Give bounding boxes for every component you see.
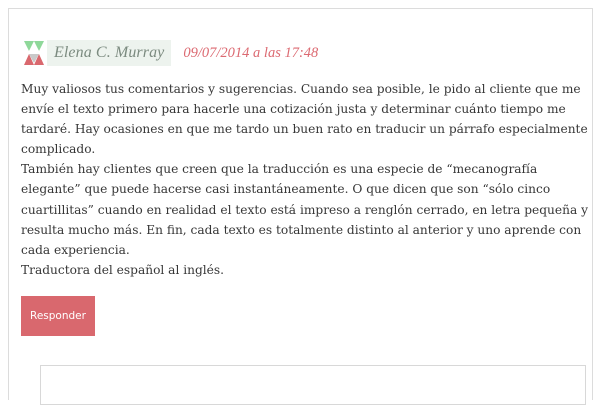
identicon-avatar-icon [21,40,47,66]
comment-meta: Elena C. Murray 09/07/2014 a las 17:48 [21,40,318,66]
reply-button[interactable]: Responder [21,296,95,336]
author-badge: Elena C. Murray [21,40,172,66]
reply-form-box[interactable] [40,365,586,405]
comment-paragraph: Muy valiosos tus comentarios y sugerenci… [21,82,588,157]
comment-paragraph: También hay clientes que creen que la tr… [21,162,588,257]
comment-body: Muy valiosos tus comentarios y sugerenci… [21,79,591,280]
comment-date[interactable]: 09/07/2014 a las 17:48 [183,45,318,62]
author-name[interactable]: Elena C. Murray [54,44,164,62]
comment-paragraph: Traductora del español al inglés. [21,262,225,277]
